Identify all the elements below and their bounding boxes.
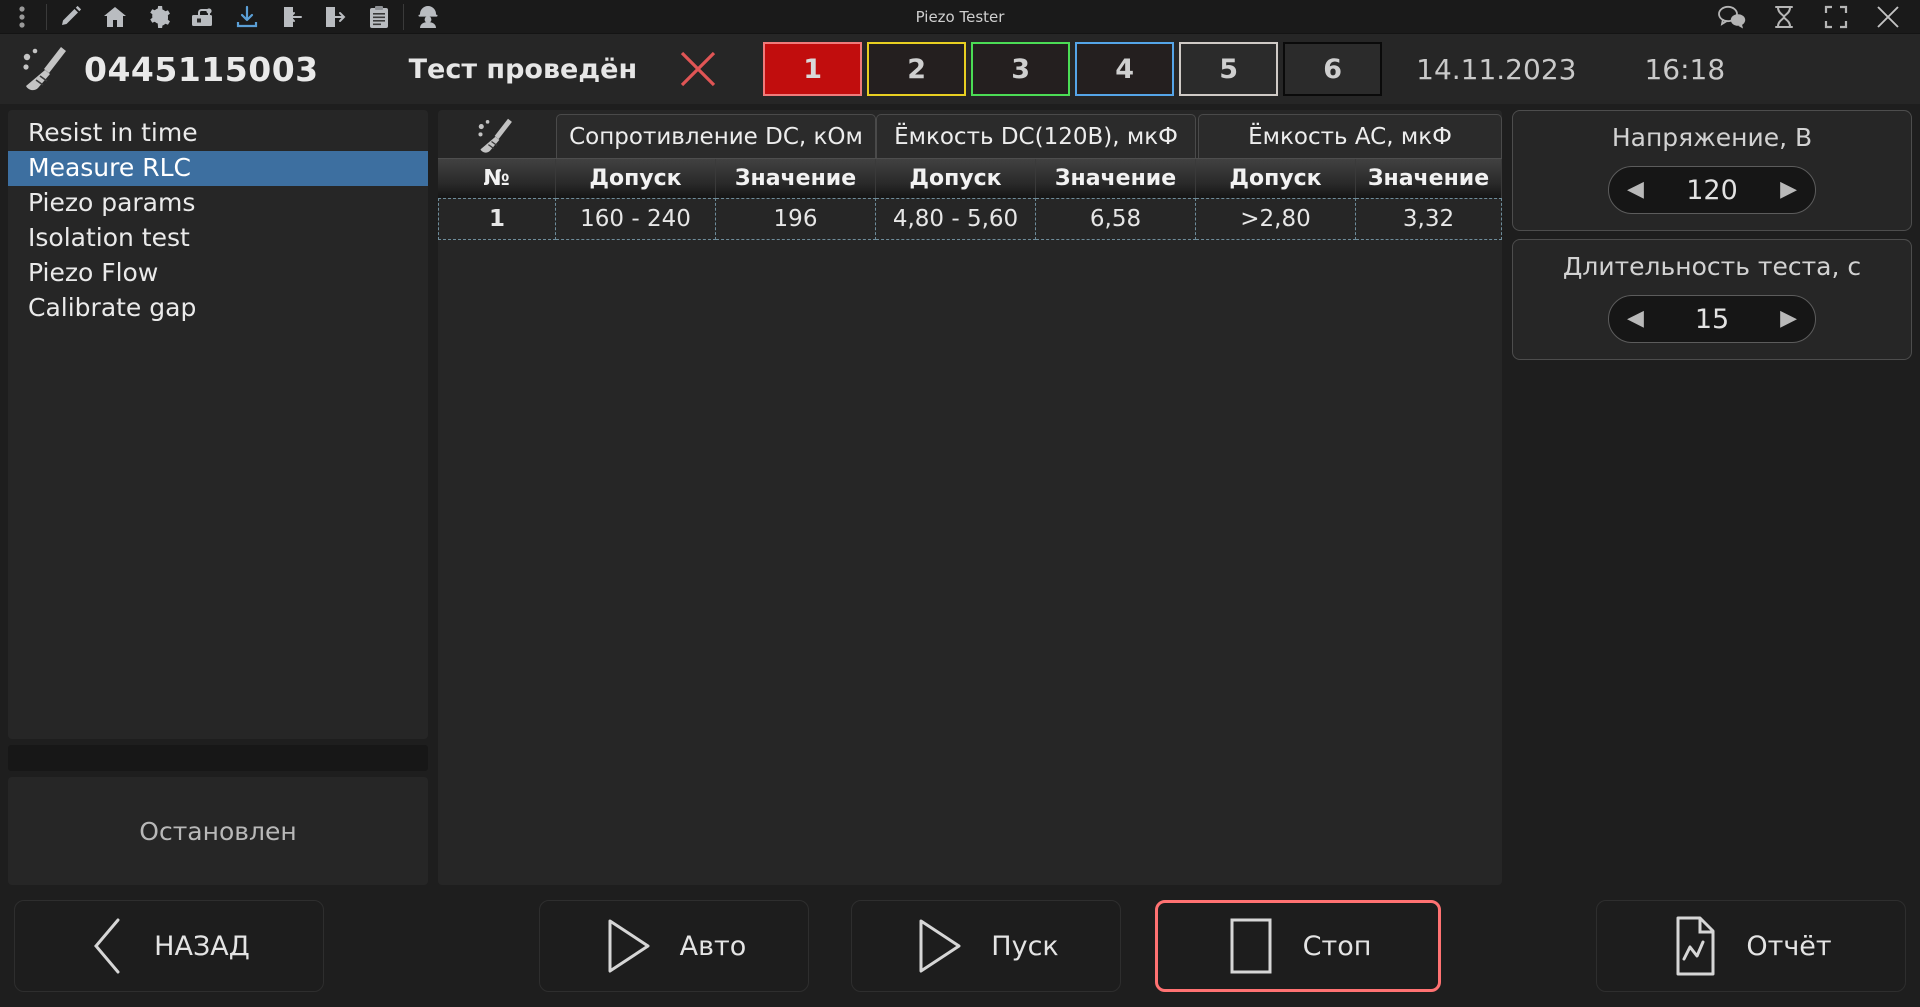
import-icon[interactable] (269, 0, 313, 34)
close-icon[interactable] (1862, 0, 1914, 34)
broom-icon (14, 44, 80, 94)
part-number: 0445115003 (84, 49, 319, 89)
table-row[interactable]: 1 160 - 240 196 4,80 - 5,60 6,58 >2,80 3… (438, 198, 1502, 240)
stop-button-label: Стоп (1302, 930, 1372, 962)
chat-icon[interactable] (1706, 0, 1758, 34)
report-button[interactable]: Отчёт (1596, 900, 1906, 992)
voltage-stepper[interactable]: ◀ 120 ▶ (1608, 166, 1816, 214)
sidebar: Resist in time Measure RLC Piezo params … (8, 110, 428, 885)
application-window: Piezo Tester 0445115003 Тест проведён 1 … (0, 0, 1920, 1007)
column-header-tolerance-2: Допуск (876, 159, 1036, 198)
column-group-dc-capacitance: Ёмкость DC(120В), мкФ (876, 114, 1196, 158)
download-icon[interactable] (225, 0, 269, 34)
test-status-text: Тест проведён (408, 53, 638, 85)
sidebar-item-piezo-params[interactable]: Piezo params (8, 186, 428, 221)
duration-stepper[interactable]: ◀ 15 ▶ (1608, 295, 1816, 343)
column-header-value-1: Значение (716, 159, 876, 198)
progress-bar (8, 745, 428, 771)
chevron-left-icon (88, 916, 128, 976)
column-group-ac-capacitance: Ёмкость AC, мкФ (1198, 114, 1502, 158)
status-header: 0445115003 Тест проведён 1 2 3 4 5 6 14.… (0, 34, 1920, 104)
position-button-1[interactable]: 1 (763, 42, 863, 96)
cell-value-dc-resistance: 196 (716, 198, 876, 240)
toolbar (0, 0, 450, 34)
sidebar-item-calibrate-gap[interactable]: Calibrate gap (8, 291, 428, 326)
clipboard-icon[interactable] (357, 0, 401, 34)
results-table: Сопротивление DC, кОм Ёмкость DC(120В), … (438, 110, 1502, 885)
worker-icon[interactable] (406, 0, 450, 34)
header-time: 16:18 (1644, 52, 1726, 86)
table-group-header-row: Сопротивление DC, кОм Ёмкость DC(120В), … (438, 110, 1502, 158)
gear-icon[interactable] (137, 0, 181, 34)
duration-parameter-card: Длительность теста, с ◀ 15 ▶ (1512, 239, 1912, 360)
parameters-panel: Напряжение, В ◀ 120 ▶ Длительность теста… (1512, 110, 1912, 885)
left-arrow-icon[interactable]: ◀ (1627, 308, 1644, 330)
cell-tolerance-ac-capacitance: >2,80 (1196, 198, 1356, 240)
pencil-icon[interactable] (49, 0, 93, 34)
home-icon[interactable] (93, 0, 137, 34)
back-button-label: НАЗАД (154, 930, 250, 962)
broom-icon (438, 114, 556, 158)
voltage-value: 120 (1686, 174, 1738, 206)
back-button[interactable]: НАЗАД (14, 900, 324, 992)
cell-value-dc-capacitance: 6,58 (1036, 198, 1196, 240)
position-button-2[interactable]: 2 (867, 42, 967, 96)
hourglass-icon[interactable] (1758, 0, 1810, 34)
sidebar-item-resist-in-time[interactable]: Resist in time (8, 116, 428, 151)
report-button-label: Отчёт (1746, 930, 1832, 962)
duration-label: Длительность теста, с (1562, 252, 1862, 281)
sidebar-item-measure-rlc[interactable]: Measure RLC (8, 151, 428, 186)
cell-value-ac-capacitance: 3,32 (1356, 198, 1502, 240)
more-vert-icon[interactable] (0, 0, 44, 34)
auto-button-label: Авто (679, 930, 747, 962)
action-bar: НАЗАД Авто Пуск Стоп Отчёт (0, 885, 1920, 1007)
sidebar-item-isolation-test[interactable]: Isolation test (8, 221, 428, 256)
column-header-no: № (438, 159, 556, 198)
start-button[interactable]: Пуск (851, 900, 1121, 992)
position-button-6[interactable]: 6 (1283, 42, 1383, 96)
window-controls (1706, 0, 1920, 34)
main-content: Resist in time Measure RLC Piezo params … (0, 104, 1920, 885)
start-button-label: Пуск (991, 930, 1059, 962)
clear-status-button[interactable] (665, 40, 731, 98)
column-header-value-3: Значение (1356, 159, 1502, 198)
parameters-empty-area (1512, 368, 1912, 885)
right-arrow-icon[interactable]: ▶ (1780, 308, 1797, 330)
position-buttons: 1 2 3 4 5 6 (763, 42, 1383, 96)
toolbar-divider (46, 3, 47, 30)
export-icon[interactable] (313, 0, 357, 34)
play-icon (913, 917, 965, 975)
toolbar-divider-2 (403, 3, 404, 30)
column-header-tolerance-3: Допуск (1196, 159, 1356, 198)
position-button-4[interactable]: 4 (1075, 42, 1175, 96)
cell-tolerance-dc-capacitance: 4,80 - 5,60 (876, 198, 1036, 240)
cell-row-number: 1 (438, 198, 556, 240)
status-badge: Остановлен (8, 777, 428, 885)
stop-button[interactable]: Стоп (1155, 900, 1441, 992)
title-bar: Piezo Tester (0, 0, 1920, 34)
toolbox-icon[interactable] (181, 0, 225, 34)
auto-button[interactable]: Авто (539, 900, 809, 992)
right-arrow-icon[interactable]: ▶ (1780, 179, 1797, 201)
voltage-parameter-card: Напряжение, В ◀ 120 ▶ (1512, 110, 1912, 231)
duration-value: 15 (1694, 303, 1730, 335)
table-empty-area (438, 240, 1502, 885)
column-header-value-2: Значение (1036, 159, 1196, 198)
fullscreen-icon[interactable] (1810, 0, 1862, 34)
sidebar-item-piezo-flow[interactable]: Piezo Flow (8, 256, 428, 291)
left-arrow-icon[interactable]: ◀ (1627, 179, 1644, 201)
table-header-row: № Допуск Значение Допуск Значение Допуск… (438, 158, 1502, 198)
stop-square-icon (1225, 915, 1277, 977)
test-menu-list: Resist in time Measure RLC Piezo params … (8, 110, 428, 739)
play-icon (602, 917, 654, 975)
column-header-tolerance-1: Допуск (556, 159, 716, 198)
voltage-label: Напряжение, В (1611, 123, 1813, 152)
column-group-dc-resistance: Сопротивление DC, кОм (556, 114, 876, 158)
chart-document-icon (1670, 915, 1720, 977)
header-date: 14.11.2023 (1416, 52, 1577, 86)
position-button-5[interactable]: 5 (1179, 42, 1279, 96)
position-button-3[interactable]: 3 (971, 42, 1071, 96)
cell-tolerance-dc-resistance: 160 - 240 (556, 198, 716, 240)
